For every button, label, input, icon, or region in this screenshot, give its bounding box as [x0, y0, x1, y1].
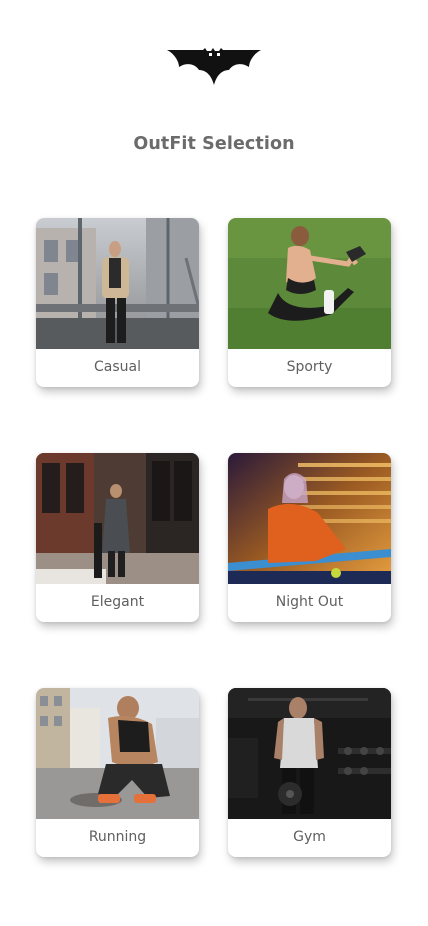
- outfit-card-elegant[interactable]: Elegant: [36, 453, 199, 622]
- woman-in-orange-jacket-at-night-photo: [228, 453, 391, 584]
- page-title: OutFit Selection: [133, 134, 295, 154]
- woman-stretching-on-grass-photo: [228, 218, 391, 349]
- man-in-coat-by-brick-building-photo: [36, 453, 199, 584]
- outfit-card-gym[interactable]: Gym: [228, 688, 391, 857]
- outfit-label-running: Running: [88, 829, 147, 845]
- man-tying-running-shoes-photo: [36, 688, 199, 819]
- outfit-label-sporty: Sporty: [286, 359, 333, 375]
- outfit-label-night-out: Night Out: [275, 594, 344, 610]
- outfit-label-casual: Casual: [94, 359, 141, 375]
- outfit-label-gym: Gym: [293, 829, 326, 845]
- outfit-card-sporty[interactable]: Sporty: [228, 218, 391, 387]
- man-in-dark-gym-photo: [228, 688, 391, 819]
- outfit-card-night-out[interactable]: Night Out: [228, 453, 391, 622]
- outfit-card-casual[interactable]: Casual: [36, 218, 199, 387]
- outfit-label-elegant: Elegant: [90, 594, 145, 610]
- man-in-beige-jacket-photo: [36, 218, 199, 349]
- bat-logo-icon: [167, 48, 261, 85]
- outfit-card-running[interactable]: Running: [36, 688, 199, 857]
